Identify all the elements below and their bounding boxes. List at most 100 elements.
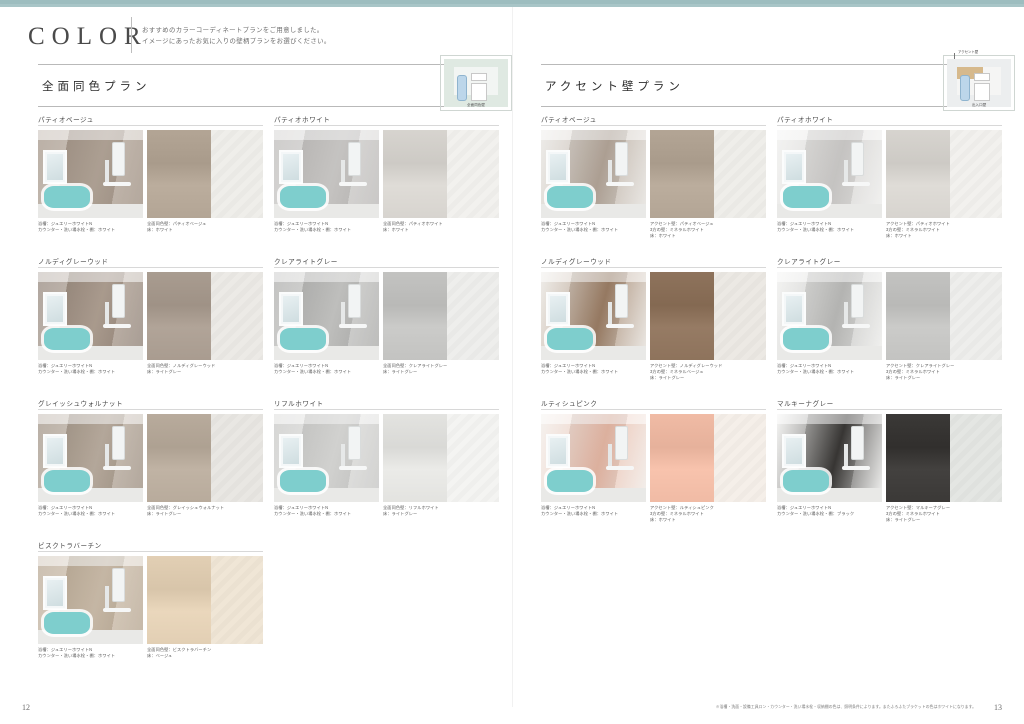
material-swatches[interactable] (147, 414, 263, 502)
photo-bathtub (783, 470, 829, 492)
bathroom-photo[interactable] (777, 272, 882, 360)
color-plan-card[interactable]: ノルディグレーウッド 浴槽：ジュエリーホワイトN カウンター・洗い場水栓・棚：ホワ… (38, 256, 263, 387)
caption-line: カウンター・洗い場水栓・棚：ホワイト (38, 369, 116, 375)
caption-materials: 全面同色壁：グレイッシュウォルナット 床：ライトグレー (147, 505, 265, 517)
material-swatches[interactable] (886, 272, 1002, 360)
color-plan-card[interactable]: パティオホワイト 浴槽：ジュエリーホワイトN カウンター・洗い場水栓・棚：ホワイト… (777, 114, 1002, 245)
color-plan-card[interactable]: ビスクトラバーチン 浴槽：ジュエリーホワイトN カウンター・洗い場水栓・棚：ホワイ… (38, 540, 263, 671)
swatch-floor-material[interactable] (447, 272, 499, 360)
swatch-wall-material[interactable] (650, 272, 714, 360)
photo-window (43, 150, 67, 184)
color-plan-card[interactable]: リフルホワイト 浴槽：ジュエリーホワイトN カウンター・洗い場水栓・棚：ホワイト … (274, 398, 499, 529)
swatch-wall-material[interactable] (147, 130, 211, 218)
swatch-wall-material[interactable] (650, 414, 714, 502)
bathroom-photo[interactable] (274, 130, 379, 218)
swatch-floor-material[interactable] (447, 414, 499, 502)
material-swatches[interactable] (886, 130, 1002, 218)
swatch-floor-material[interactable] (447, 130, 499, 218)
swatch-wall-material[interactable] (650, 130, 714, 218)
photo-shower-panel (348, 142, 361, 176)
swatch-wall-material[interactable] (383, 414, 447, 502)
bathroom-photo[interactable] (274, 414, 379, 502)
card-rule (777, 267, 1002, 268)
swatch-floor-material[interactable] (211, 414, 263, 502)
color-plan-card[interactable]: マルキーナグレー 浴槽：ジュエリーホワイトN カウンター・洗い場水栓・棚：ブラック… (777, 398, 1002, 529)
caption-materials: 全面同色壁：クレアライトグレー 床：ライトグレー (383, 363, 501, 375)
bathroom-photo[interactable] (38, 414, 143, 502)
bathroom-photo[interactable] (274, 272, 379, 360)
color-plan-card[interactable]: パティオベージュ 浴槽：ジュエリーホワイトN カウンター・洗い場水栓・棚：ホワイト… (38, 114, 263, 245)
caption-line: カウンター・洗い場水栓・棚：ホワイト (777, 227, 855, 233)
material-swatches[interactable] (383, 130, 499, 218)
material-swatches[interactable] (147, 556, 263, 644)
catalog-spread: COLOR おすすめのカラーコーディネートプランをご用意しました。 イメージにあ… (0, 0, 1024, 724)
photo-shower-panel (615, 284, 628, 318)
swatch-wall-material[interactable] (886, 272, 950, 360)
swatch-floor-material[interactable] (714, 130, 766, 218)
swatch-floor-material[interactable] (950, 414, 1002, 502)
swatch-wall-material[interactable] (147, 414, 211, 502)
material-swatches[interactable] (650, 130, 766, 218)
swatch-floor-material[interactable] (211, 556, 263, 644)
swatch-wall-material[interactable] (147, 272, 211, 360)
card-title: クレアライトグレー (274, 259, 338, 266)
footnote-text: ※浴槽・洗面・設備工具ロン・カウンター・洗い場水栓・収納棚の色は、照明条件により… (715, 705, 976, 709)
swatch-floor-material[interactable] (714, 272, 766, 360)
color-plan-card[interactable]: ノルディグレーウッド 浴槽：ジュエリーホワイトN カウンター・洗い場水栓・棚：ホワ… (541, 256, 766, 387)
swatch-floor-material[interactable] (211, 130, 263, 218)
swatch-wall-material[interactable] (886, 414, 950, 502)
bathroom-photo[interactable] (38, 556, 143, 644)
diagram-room (947, 59, 1011, 107)
photo-window (782, 150, 806, 184)
caption-fixtures: 浴槽：ジュエリーホワイトN カウンター・洗い場水栓・棚：ホワイト (541, 221, 645, 233)
material-swatches[interactable] (147, 272, 263, 360)
bathroom-photo[interactable] (38, 130, 143, 218)
swatch-wall-material[interactable] (383, 272, 447, 360)
photo-bathtub (44, 612, 90, 634)
swatch-floor-material[interactable] (714, 414, 766, 502)
material-swatches[interactable] (147, 130, 263, 218)
header-lead-line-1: おすすめのカラーコーディネートプランをご用意しました。 (142, 27, 324, 34)
color-plan-card[interactable]: クレアライトグレー 浴槽：ジュエリーホワイトN カウンター・洗い場水栓・棚：ホワイ… (777, 256, 1002, 387)
swatch-wall-material[interactable] (383, 130, 447, 218)
section-header-accent: アクセント壁プラン アクセント壁 出入口壁 (541, 50, 1015, 114)
bathroom-photo[interactable] (541, 130, 646, 218)
card-rule (541, 125, 766, 126)
diagram-accent-label: アクセント壁 (958, 50, 979, 54)
color-plan-card[interactable]: パティオホワイト 浴槽：ジュエリーホワイトN カウンター・洗い場水栓・棚：ホワイト… (274, 114, 499, 245)
bathroom-photo[interactable] (777, 414, 882, 502)
card-rule (274, 125, 499, 126)
swatch-floor-material[interactable] (950, 272, 1002, 360)
card-rule (38, 409, 263, 410)
caption-fixtures: 浴槽：ジュエリーホワイトN カウンター・洗い場水栓・棚：ホワイト (541, 363, 645, 375)
photo-shower-panel (112, 142, 125, 176)
photo-shower-panel (112, 284, 125, 318)
photo-counter (339, 324, 367, 328)
bathroom-photo[interactable] (541, 414, 646, 502)
material-swatches[interactable] (383, 272, 499, 360)
material-swatches[interactable] (383, 414, 499, 502)
color-plan-card[interactable]: クレアライトグレー 浴槽：ジュエリーホワイトN カウンター・洗い場水栓・棚：ホワイ… (274, 256, 499, 387)
caption-line: 床：ベージュ (147, 653, 173, 659)
swatch-wall-material[interactable] (147, 556, 211, 644)
color-plan-card[interactable]: ルティシュピンク 浴槽：ジュエリーホワイトN カウンター・洗い場水栓・棚：ホワイト… (541, 398, 766, 529)
color-plan-card[interactable]: グレイッシュウォルナット 浴槽：ジュエリーホワイトN カウンター・洗い場水栓・棚：… (38, 398, 263, 529)
material-swatches[interactable] (886, 414, 1002, 502)
color-plan-card[interactable]: パティオベージュ 浴槽：ジュエリーホワイトN カウンター・洗い場水栓・棚：ホワイト… (541, 114, 766, 245)
material-swatches[interactable] (650, 414, 766, 502)
bathroom-photo[interactable] (541, 272, 646, 360)
swatch-wall-material[interactable] (886, 130, 950, 218)
swatch-floor-material[interactable] (211, 272, 263, 360)
bathroom-photo[interactable] (38, 272, 143, 360)
card-title: ビスクトラバーチン (38, 543, 102, 550)
swatch-floor-material[interactable] (950, 130, 1002, 218)
caption-fixtures: 浴槽：ジュエリーホワイトN カウンター・洗い場水栓・棚：ホワイト (777, 221, 881, 233)
plan-diagram-accent-wall: アクセント壁 出入口壁 (943, 50, 1015, 111)
caption-line: カウンター・洗い場水栓・棚：ホワイト (274, 227, 352, 233)
caption-line: 床：ライトグレー (650, 375, 685, 381)
material-swatches[interactable] (650, 272, 766, 360)
card-captions: 浴槽：ジュエリーホワイトN カウンター・洗い場水栓・棚：ホワイト アクセント壁：ノ… (541, 363, 766, 387)
bathroom-photo[interactable] (777, 130, 882, 218)
photo-counter (103, 608, 131, 612)
photo-counter (103, 324, 131, 328)
